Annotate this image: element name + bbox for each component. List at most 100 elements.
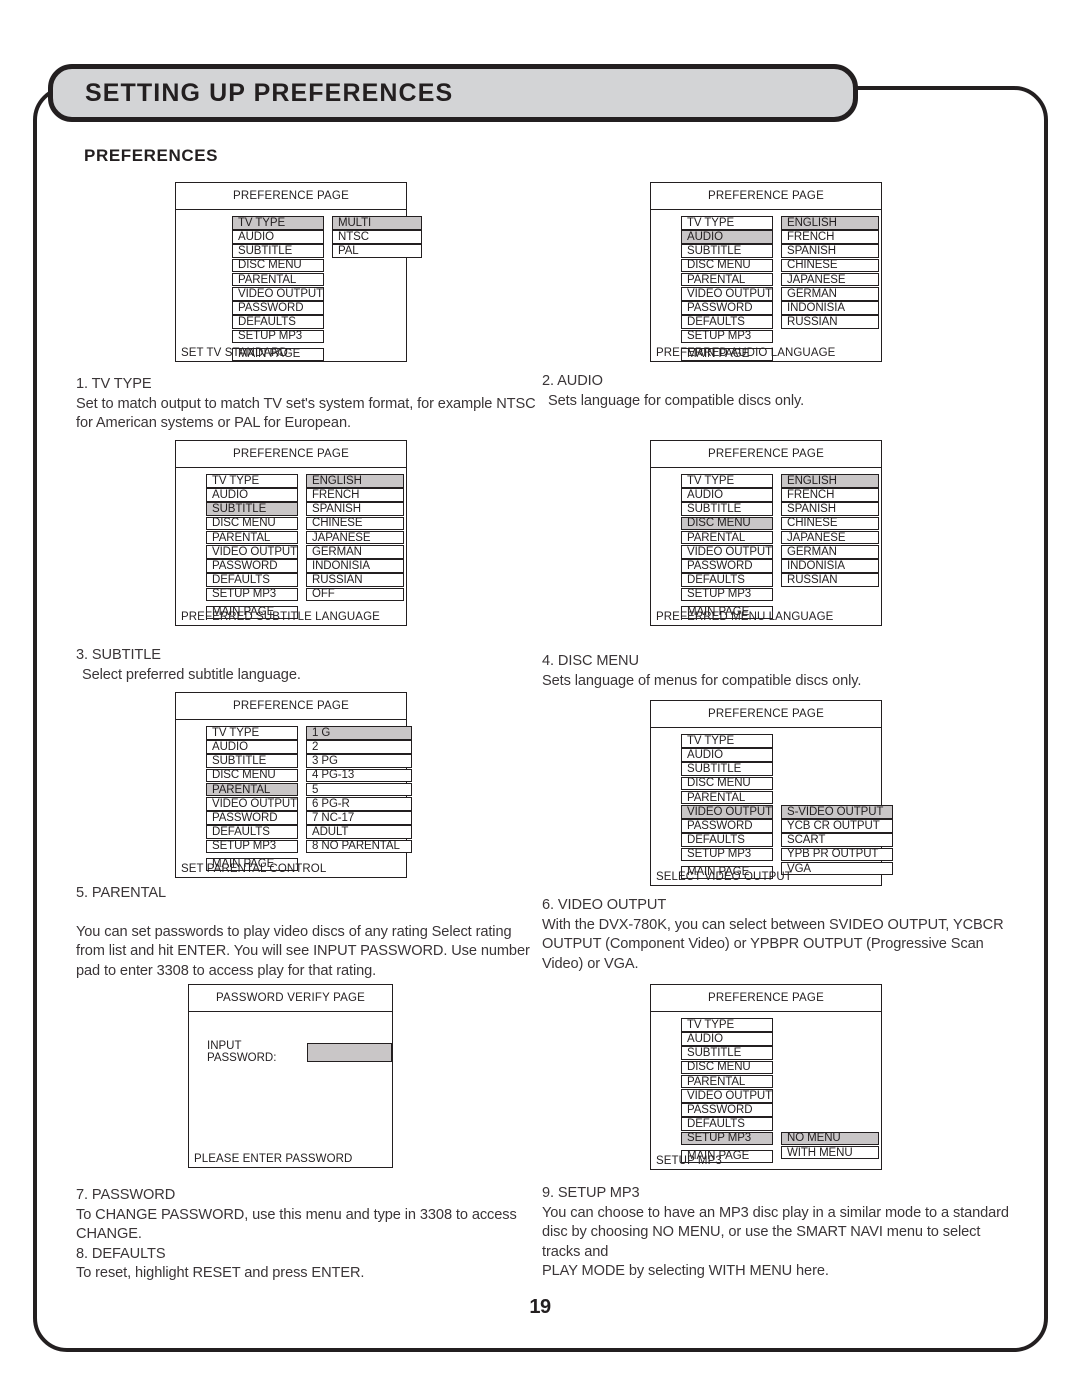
menu-item-subtitle[interactable]: SUBTITLE xyxy=(681,502,773,516)
menu-item-subtitle[interactable]: SUBTITLE xyxy=(206,502,298,516)
option-item-english[interactable]: ENGLISH xyxy=(781,474,879,488)
menu-item-audio[interactable]: AUDIO xyxy=(681,1032,773,1046)
option-item-spanish[interactable]: SPANISH xyxy=(781,244,879,258)
menu-item-password[interactable]: PASSWORD xyxy=(206,811,298,825)
menu-item-disc-menu[interactable]: DISC MENU xyxy=(681,776,773,791)
option-item-chinese[interactable]: CHINESE xyxy=(781,516,879,531)
menu-item-password[interactable]: PASSWORD xyxy=(681,301,773,315)
option-item-6-pg-r[interactable]: 6 PG-R xyxy=(306,796,412,811)
option-item-chinese[interactable]: CHINESE xyxy=(306,516,404,531)
menu-item-disc-menu[interactable]: DISC MENU xyxy=(681,258,773,273)
option-item-pal[interactable]: PAL xyxy=(332,244,422,258)
option-item-4-pg-13[interactable]: 4 PG-13 xyxy=(306,768,412,783)
menu-item-password[interactable]: PASSWORD xyxy=(232,301,324,315)
menu-item-defaults[interactable]: DEFAULTS xyxy=(681,573,773,587)
option-item-russian[interactable]: RUSSIAN xyxy=(781,315,879,329)
option-item-german[interactable]: GERMAN xyxy=(781,286,879,301)
menu-item-defaults[interactable]: DEFAULTS xyxy=(206,573,298,587)
menu-item-setup-mp3[interactable]: SETUP MP3 xyxy=(206,587,298,602)
menu-item-setup-mp3[interactable]: SETUP MP3 xyxy=(681,587,773,602)
option-item-5[interactable]: 5 xyxy=(306,782,412,797)
option-item-ycb-cr-output[interactable]: YCB CR OUTPUT xyxy=(781,819,893,833)
menu-item-parental[interactable]: PARENTAL xyxy=(681,272,773,287)
menu-item-tv-type[interactable]: TV TYPE xyxy=(681,734,773,748)
option-item-1-g[interactable]: 1 G xyxy=(306,726,412,740)
option-item-french[interactable]: FRENCH xyxy=(781,230,879,244)
menu-item-video-output[interactable]: VIDEO OUTPUT xyxy=(232,286,324,301)
option-item-spanish[interactable]: SPANISH xyxy=(781,502,879,516)
menu-item-defaults[interactable]: DEFAULTS xyxy=(206,825,298,839)
option-item-japanese[interactable]: JAPANESE xyxy=(781,272,879,287)
menu-item-audio[interactable]: AUDIO xyxy=(232,230,324,244)
option-item-russian[interactable]: RUSSIAN xyxy=(781,573,879,587)
option-item-french[interactable]: FRENCH xyxy=(781,488,879,502)
option-item-7-nc-17[interactable]: 7 NC-17 xyxy=(306,811,412,825)
menu-item-parental[interactable]: PARENTAL xyxy=(232,272,324,287)
input-password-field[interactable] xyxy=(307,1042,392,1062)
menu-item-parental[interactable]: PARENTAL xyxy=(681,530,773,545)
menu-item-disc-menu[interactable]: DISC MENU xyxy=(681,516,773,531)
option-item-adult[interactable]: ADULT xyxy=(306,825,412,839)
menu-item-audio[interactable]: AUDIO xyxy=(681,488,773,502)
menu-item-disc-menu[interactable]: DISC MENU xyxy=(206,768,298,783)
option-item-indonisia[interactable]: INDONISIA xyxy=(781,559,879,573)
option-item-2[interactable]: 2 xyxy=(306,740,412,754)
menu-item-password[interactable]: PASSWORD xyxy=(681,819,773,833)
menu-item-defaults[interactable]: DEFAULTS xyxy=(681,833,773,847)
menu-item-subtitle[interactable]: SUBTITLE xyxy=(681,1046,773,1060)
menu-item-defaults[interactable]: DEFAULTS xyxy=(232,315,324,329)
menu-item-disc-menu[interactable]: DISC MENU xyxy=(232,258,324,273)
option-item-russian[interactable]: RUSSIAN xyxy=(306,573,404,587)
option-item-ypb-pr-output[interactable]: YPB PR OUTPUT xyxy=(781,847,893,862)
menu-item-parental[interactable]: PARENTAL xyxy=(206,782,298,797)
menu-item-setup-mp3[interactable]: SETUP MP3 xyxy=(232,329,324,344)
menu-item-tv-type[interactable]: TV TYPE xyxy=(681,1018,773,1032)
option-item-french[interactable]: FRENCH xyxy=(306,488,404,502)
menu-item-video-output[interactable]: VIDEO OUTPUT xyxy=(681,286,773,301)
option-item-vga[interactable]: VGA xyxy=(781,861,893,876)
option-item-multi[interactable]: MULTI xyxy=(332,216,422,230)
menu-item-subtitle[interactable]: SUBTITLE xyxy=(206,754,298,768)
option-item-german[interactable]: GERMAN xyxy=(781,544,879,559)
option-item-english[interactable]: ENGLISH xyxy=(781,216,879,230)
option-item-german[interactable]: GERMAN xyxy=(306,544,404,559)
option-item-scart[interactable]: SCART xyxy=(781,833,893,847)
menu-item-audio[interactable]: AUDIO xyxy=(681,230,773,244)
menu-item-audio[interactable]: AUDIO xyxy=(206,488,298,502)
menu-item-tv-type[interactable]: TV TYPE xyxy=(681,216,773,230)
menu-item-defaults[interactable]: DEFAULTS xyxy=(681,1117,773,1131)
option-item-japanese[interactable]: JAPANESE xyxy=(306,530,404,545)
menu-item-tv-type[interactable]: TV TYPE xyxy=(206,726,298,740)
option-item-english[interactable]: ENGLISH xyxy=(306,474,404,488)
menu-item-tv-type[interactable]: TV TYPE xyxy=(206,474,298,488)
menu-item-setup-mp3[interactable]: SETUP MP3 xyxy=(681,1131,773,1146)
menu-item-disc-menu[interactable]: DISC MENU xyxy=(681,1060,773,1075)
menu-item-parental[interactable]: PARENTAL xyxy=(206,530,298,545)
menu-item-tv-type[interactable]: TV TYPE xyxy=(681,474,773,488)
menu-item-video-output[interactable]: VIDEO OUTPUT xyxy=(681,804,773,819)
menu-item-parental[interactable]: PARENTAL xyxy=(681,1074,773,1089)
option-item-indonisia[interactable]: INDONISIA xyxy=(781,301,879,315)
menu-item-video-output[interactable]: VIDEO OUTPUT xyxy=(681,544,773,559)
option-item-chinese[interactable]: CHINESE xyxy=(781,258,879,273)
menu-item-subtitle[interactable]: SUBTITLE xyxy=(681,244,773,258)
option-item-8-no-parental[interactable]: 8 NO PARENTAL xyxy=(306,839,412,854)
option-item-japanese[interactable]: JAPANESE xyxy=(781,530,879,545)
menu-item-video-output[interactable]: VIDEO OUTPUT xyxy=(206,544,298,559)
option-item-no-menu[interactable]: NO MENU xyxy=(781,1131,879,1146)
option-item-ntsc[interactable]: NTSC xyxy=(332,230,422,244)
option-item-off[interactable]: OFF xyxy=(306,587,404,602)
menu-item-setup-mp3[interactable]: SETUP MP3 xyxy=(681,847,773,862)
menu-item-subtitle[interactable]: SUBTITLE xyxy=(232,244,324,258)
menu-item-audio[interactable]: AUDIO xyxy=(681,748,773,762)
menu-item-tv-type[interactable]: TV TYPE xyxy=(232,216,324,230)
option-item-indonisia[interactable]: INDONISIA xyxy=(306,559,404,573)
option-item-3-pg[interactable]: 3 PG xyxy=(306,754,412,768)
menu-item-setup-mp3[interactable]: SETUP MP3 xyxy=(681,329,773,344)
option-item-spanish[interactable]: SPANISH xyxy=(306,502,404,516)
option-item-with-menu[interactable]: WITH MENU xyxy=(781,1145,879,1160)
menu-item-video-output[interactable]: VIDEO OUTPUT xyxy=(206,796,298,811)
menu-item-setup-mp3[interactable]: SETUP MP3 xyxy=(206,839,298,854)
menu-item-password[interactable]: PASSWORD xyxy=(206,559,298,573)
menu-item-disc-menu[interactable]: DISC MENU xyxy=(206,516,298,531)
